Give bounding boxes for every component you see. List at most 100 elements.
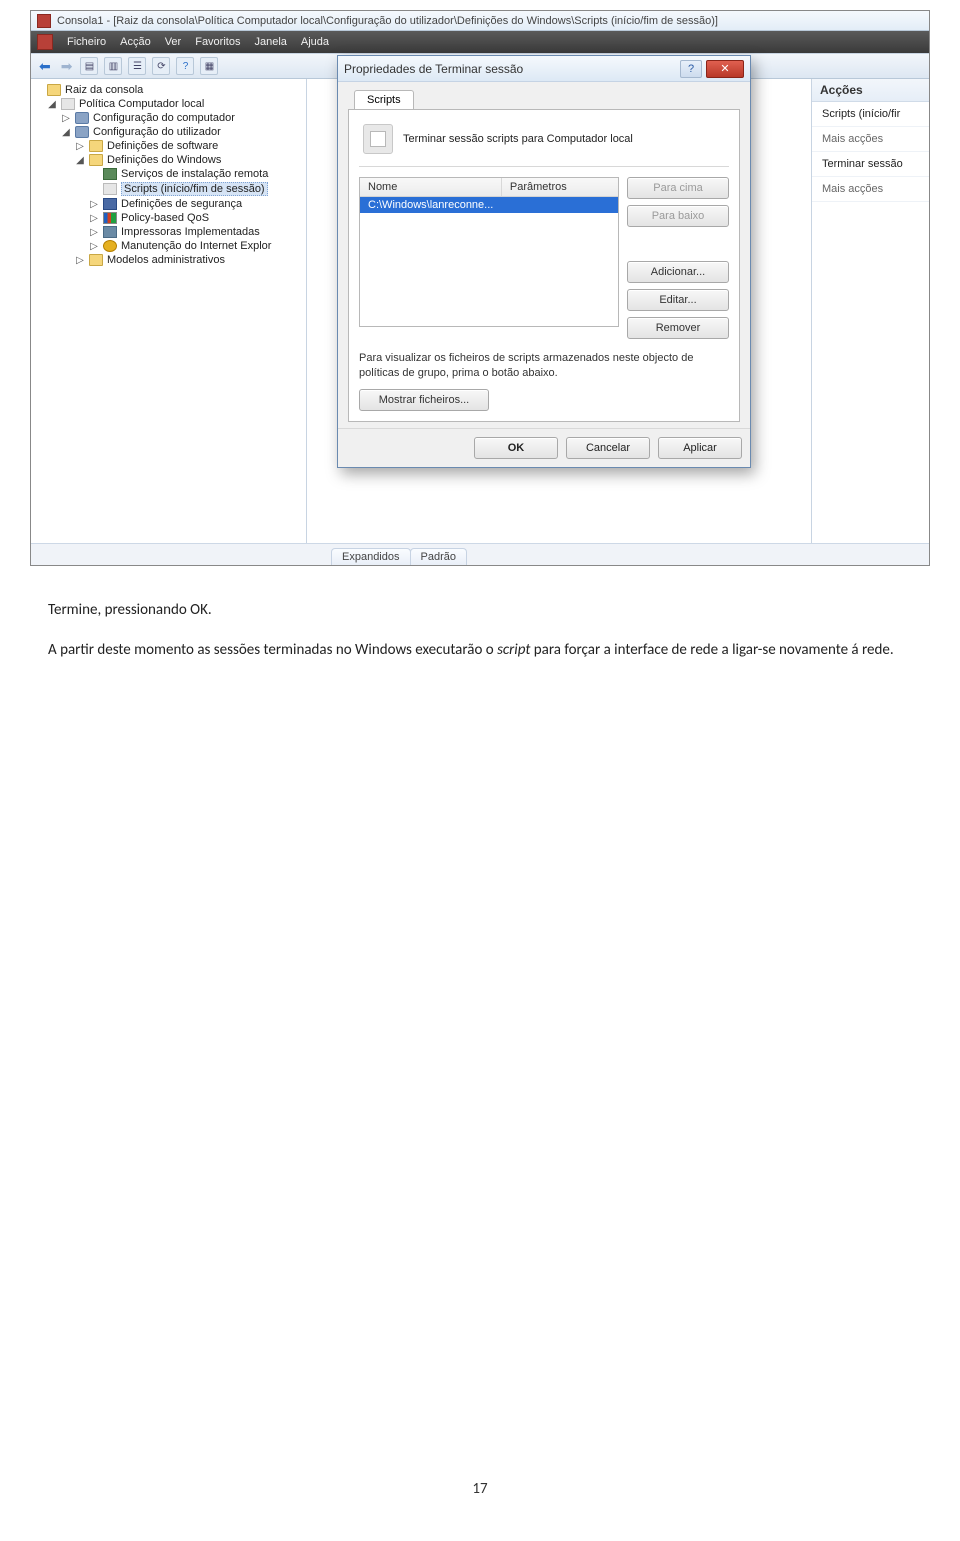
tree-def-software[interactable]: ▷ Definições de software <box>33 139 304 153</box>
gear-icon <box>75 126 89 138</box>
tree-label: Configuração do computador <box>93 112 235 124</box>
dialog-description: Terminar sessão scripts para Computador … <box>403 133 633 145</box>
menu-bar: Ficheiro Acção Ver Favoritos Janela Ajud… <box>31 31 929 53</box>
col-parametros[interactable]: Parâmetros <box>502 178 618 196</box>
actions-pane: Acções Scripts (início/fir Mais acções T… <box>811 79 929 543</box>
menu-accao[interactable]: Acção <box>120 36 151 48</box>
collapse-icon[interactable]: ◢ <box>61 127 71 138</box>
tab-scripts[interactable]: Scripts <box>354 90 414 109</box>
collapse-icon[interactable]: ◢ <box>75 155 85 166</box>
properties-dialog: Propriedades de Terminar sessão ? ✕ Scri… <box>337 55 751 468</box>
close-icon[interactable]: ✕ <box>706 60 744 78</box>
gear-icon <box>75 112 89 124</box>
tree-impressoras[interactable]: ▷ Impressoras Implementadas <box>33 225 304 239</box>
toolbar-btn-5[interactable]: ▦ <box>200 57 218 75</box>
menu-janela[interactable]: Janela <box>254 36 286 48</box>
app-icon <box>37 14 51 28</box>
doc-paragraph-2: A partir deste momento as sessões termin… <box>48 640 912 662</box>
remove-button[interactable]: Remover <box>627 317 729 339</box>
apply-button[interactable]: Aplicar <box>658 437 742 459</box>
tree-label: Manutenção do Internet Explor <box>121 240 271 252</box>
actions-header: Acções <box>812 79 929 102</box>
expand-icon[interactable]: ▷ <box>61 113 71 124</box>
move-down-button[interactable]: Para baixo <box>627 205 729 227</box>
help-icon[interactable]: ? <box>680 60 702 78</box>
policy-icon <box>61 98 75 110</box>
toolbar-btn-3[interactable]: ☰ <box>128 57 146 75</box>
menu-ficheiro[interactable]: Ficheiro <box>67 36 106 48</box>
tree-label: Definições de software <box>107 140 218 152</box>
scripts-list-area: Nome Parâmetros C:\Windows\lanreconne...… <box>359 177 729 339</box>
menu-ver[interactable]: Ver <box>165 36 182 48</box>
toolbar-btn-1[interactable]: ▤ <box>80 57 98 75</box>
expand-icon[interactable]: ▷ <box>89 199 99 210</box>
expand-icon[interactable]: ▷ <box>89 241 99 252</box>
tab-padrao[interactable]: Padrão <box>410 548 467 565</box>
edit-button[interactable]: Editar... <box>627 289 729 311</box>
show-files-button[interactable]: Mostrar ficheiros... <box>359 389 489 411</box>
actions-more-2[interactable]: Mais acções <box>812 177 929 202</box>
tab-panel: Terminar sessão scripts para Computador … <box>348 109 740 422</box>
folder-icon <box>47 84 61 96</box>
ok-button[interactable]: OK <box>474 437 558 459</box>
shield-icon <box>103 198 117 210</box>
doc-paragraph-1: Termine, pressionando OK. <box>48 600 912 622</box>
document-body: Termine, pressionando OK. A partir deste… <box>0 586 960 720</box>
menu-ajuda[interactable]: Ajuda <box>301 36 329 48</box>
scroll-icon <box>103 183 117 195</box>
ie-icon <box>103 240 117 252</box>
toolbar-btn-2[interactable]: ▥ <box>104 57 122 75</box>
dialog-footer: OK Cancelar Aplicar <box>338 428 750 467</box>
folder-icon <box>89 154 103 166</box>
collapse-icon[interactable]: ◢ <box>47 99 57 110</box>
tree-modelos-admin[interactable]: ▷ Modelos administrativos <box>33 253 304 267</box>
tree-config-utilizador[interactable]: ◢ Configuração do utilizador <box>33 125 304 139</box>
expand-icon[interactable]: ▷ <box>75 141 85 152</box>
tree-label: Scripts (início/fim de sessão) <box>121 182 268 196</box>
doc-text: para forçar a interface de rede a ligar-… <box>530 641 893 659</box>
actions-terminar[interactable]: Terminar sessão <box>812 152 929 177</box>
help-icon[interactable]: ? <box>176 57 194 75</box>
script-icon <box>363 124 393 154</box>
dialog-body: Scripts Terminar sessão scripts para Com… <box>338 82 750 428</box>
list-buttons: Para cima Para baixo Adicionar... Editar… <box>627 177 729 339</box>
forward-icon[interactable]: ➡ <box>59 58 75 75</box>
tree-root[interactable]: Raiz da consola <box>33 83 304 97</box>
expand-icon[interactable]: ▷ <box>75 255 85 266</box>
tree-policy-local[interactable]: ◢ Política Computador local <box>33 97 304 111</box>
mmc-window: Consola1 - [Raiz da consola\Política Com… <box>30 10 930 566</box>
toolbar-btn-4[interactable]: ⟳ <box>152 57 170 75</box>
folder-icon <box>89 140 103 152</box>
move-up-button[interactable]: Para cima <box>627 177 729 199</box>
tree-qos[interactable]: ▷ Policy-based QoS <box>33 211 304 225</box>
tree-scripts[interactable]: Scripts (início/fim de sessão) <box>33 181 304 197</box>
menu-favoritos[interactable]: Favoritos <box>195 36 240 48</box>
dialog-title: Propriedades de Terminar sessão <box>344 62 523 76</box>
actions-scripts[interactable]: Scripts (início/fir <box>812 102 929 127</box>
tree-config-computador[interactable]: ▷ Configuração do computador <box>33 111 304 125</box>
network-icon <box>103 168 117 180</box>
col-nome[interactable]: Nome <box>360 178 502 196</box>
tab-expandidos[interactable]: Expandidos <box>331 548 411 565</box>
tree-label: Configuração do utilizador <box>93 126 221 138</box>
tree-ie-maint[interactable]: ▷ Manutenção do Internet Explor <box>33 239 304 253</box>
tree-label: Definições do Windows <box>107 154 221 166</box>
page-number: 17 <box>0 1480 960 1498</box>
tree-def-windows[interactable]: ◢ Definições do Windows <box>33 153 304 167</box>
tree-label: Definições de segurança <box>121 198 242 210</box>
printer-icon <box>103 226 117 238</box>
bottom-tabstrip: Expandidos Padrão <box>31 543 929 565</box>
listview-header: Nome Parâmetros <box>360 178 618 197</box>
back-icon[interactable]: ⬅ <box>37 58 53 75</box>
add-button[interactable]: Adicionar... <box>627 261 729 283</box>
window-title: Consola1 - [Raiz da consola\Política Com… <box>57 15 718 27</box>
expand-icon[interactable]: ▷ <box>89 213 99 224</box>
cancel-button[interactable]: Cancelar <box>566 437 650 459</box>
dialog-tabstrip: Scripts <box>354 90 740 109</box>
list-item[interactable]: C:\Windows\lanreconne... <box>360 197 618 213</box>
scripts-listview[interactable]: Nome Parâmetros C:\Windows\lanreconne... <box>359 177 619 327</box>
expand-icon[interactable]: ▷ <box>89 227 99 238</box>
tree-servicos-remota[interactable]: Serviços de instalação remota <box>33 167 304 181</box>
tree-def-seguranca[interactable]: ▷ Definições de segurança <box>33 197 304 211</box>
actions-more-1[interactable]: Mais acções <box>812 127 929 152</box>
